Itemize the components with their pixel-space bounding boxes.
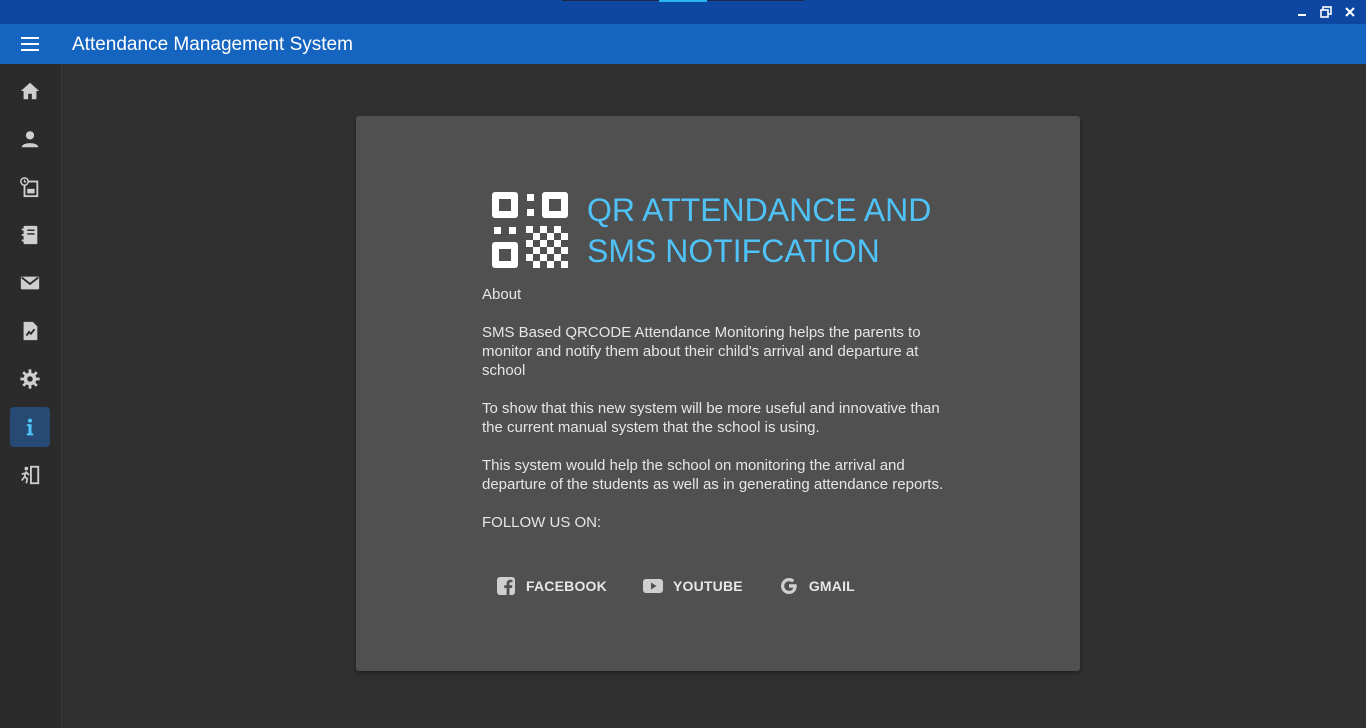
about-paragraph-1: SMS Based QRCODE Attendance Monitoring h…	[482, 324, 921, 379]
main-content: QR ATTENDANCE AND SMS NOTIFCATION About …	[62, 64, 1366, 728]
restore-icon	[1320, 6, 1332, 18]
restore-button[interactable]	[1318, 3, 1334, 21]
close-button[interactable]	[1342, 3, 1358, 21]
sidebar-item-logout[interactable]	[10, 455, 50, 495]
gmail-button[interactable]: GMAIL	[765, 568, 869, 604]
sidebar-item-records[interactable]	[10, 215, 50, 255]
close-icon	[1345, 7, 1355, 17]
about-section: About SMS Based QRCODE Attendance Monito…	[482, 285, 962, 551]
page-title-line-1: QR ATTENDANCE AND	[587, 192, 932, 228]
sidebar-item-about[interactable]	[10, 407, 50, 447]
google-icon	[780, 578, 797, 594]
sidebar-item-reports[interactable]	[10, 311, 50, 351]
social-links: FACEBOOK YOUTUBE GMAIL	[482, 568, 877, 604]
about-card: QR ATTENDANCE AND SMS NOTIFCATION About …	[356, 116, 1080, 671]
youtube-label: YOUTUBE	[672, 578, 743, 594]
app-title: Attendance Management System	[72, 34, 353, 55]
report-icon	[23, 321, 38, 341]
facebook-label: FACEBOOK	[526, 578, 607, 594]
follow-label: FOLLOW US ON:	[482, 514, 602, 531]
facebook-button[interactable]: FACEBOOK	[482, 568, 621, 604]
window-controls	[1294, 3, 1358, 21]
sidebar-item-attendance[interactable]	[10, 167, 50, 207]
sidebar-item-messages[interactable]	[10, 263, 50, 303]
about-paragraph-3: This system would help the school on mon…	[482, 457, 944, 493]
page-title: QR ATTENDANCE AND SMS NOTIFCATION	[587, 190, 987, 272]
exit-icon	[21, 465, 40, 485]
hamburger-icon	[21, 37, 39, 51]
app-bar: Attendance Management System	[0, 24, 1366, 64]
minimize-button[interactable]	[1294, 3, 1310, 21]
sidebar-item-settings[interactable]	[10, 359, 50, 399]
info-icon	[26, 418, 34, 436]
about-paragraph-2: To show that this new system will be mor…	[482, 400, 940, 436]
minimize-icon	[1298, 14, 1306, 16]
about-label: About	[482, 286, 522, 303]
qr-code-icon	[492, 192, 568, 268]
page-title-line-2: SMS NOTIFCATION	[587, 233, 880, 269]
gmail-label: GMAIL	[808, 578, 855, 594]
mail-icon	[20, 276, 40, 290]
youtube-button[interactable]: YOUTUBE	[629, 568, 757, 604]
sidebar	[0, 64, 62, 728]
sidebar-item-home[interactable]	[10, 71, 50, 111]
notebook-icon	[21, 225, 38, 245]
facebook-icon	[497, 577, 515, 595]
attendance-log-icon	[20, 177, 39, 198]
gear-icon	[20, 369, 40, 389]
titlebar-tab-indicator	[659, 0, 707, 2]
hamburger-menu-button[interactable]	[12, 30, 48, 58]
home-icon	[20, 82, 40, 100]
youtube-icon	[642, 579, 663, 593]
window-titlebar	[0, 0, 1366, 24]
sidebar-item-students[interactable]	[10, 119, 50, 159]
user-icon	[21, 131, 39, 148]
